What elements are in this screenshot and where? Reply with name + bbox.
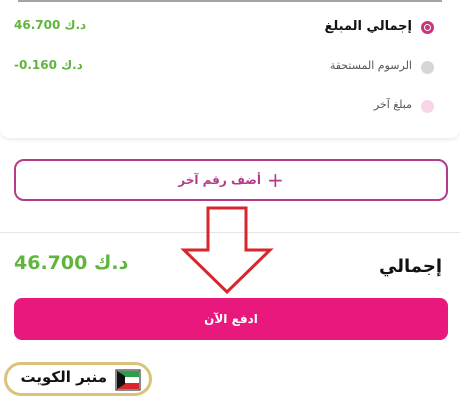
add-number-label: أضف رقم آخر [178, 173, 261, 187]
breakdown-row-other-amount[interactable]: مبلغ آخر [0, 95, 460, 115]
card-divider [18, 0, 442, 2]
radio-unselected-icon[interactable] [421, 61, 434, 74]
radio-unselected-icon[interactable] [421, 100, 434, 113]
total-label: إجمالي [379, 256, 442, 277]
breakdown-amount: -0.160 د.ك [14, 58, 83, 72]
pay-now-label: ادفع الآن [204, 312, 258, 326]
kuwait-flag-logo-icon [115, 369, 141, 391]
total-amount: 46.700 د.ك [14, 252, 129, 274]
breakdown-label: مبلغ آخر [373, 98, 412, 111]
watermark-logo: منبر الكويت [4, 362, 152, 396]
plus-icon: + [267, 168, 284, 192]
breakdown-row-total-amount[interactable]: إجمالي المبلغ 46.700 د.ك [0, 16, 460, 36]
radio-selected-icon[interactable] [421, 21, 434, 34]
breakdown-amount: 46.700 د.ك [14, 18, 87, 32]
add-number-button[interactable]: + أضف رقم آخر [14, 159, 448, 201]
pay-now-button[interactable]: ادفع الآن [14, 298, 448, 340]
breakdown-label: الرسوم المستحقة [329, 59, 412, 72]
payment-screen: إجمالي المبلغ 46.700 د.ك الرسوم المستحقة… [0, 0, 460, 400]
watermark-text: منبر الكويت [20, 368, 108, 386]
breakdown-row-fees[interactable]: الرسوم المستحقة -0.160 د.ك [0, 56, 460, 76]
breakdown-label: إجمالي المبلغ [324, 19, 412, 34]
amount-breakdown-card: إجمالي المبلغ 46.700 د.ك الرسوم المستحقة… [0, 0, 460, 138]
annotation-arrow-down-icon [180, 206, 274, 294]
